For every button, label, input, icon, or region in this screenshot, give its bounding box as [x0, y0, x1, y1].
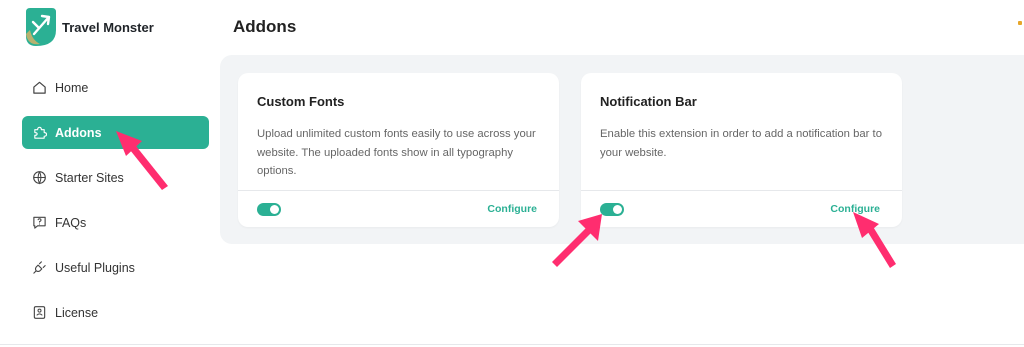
bottom-divider	[0, 344, 1024, 345]
home-icon	[31, 80, 47, 96]
configure-link[interactable]: Configure	[487, 203, 537, 215]
notification-dot	[1018, 21, 1022, 25]
addon-title: Custom Fonts	[257, 94, 345, 109]
sidebar: Travel Monster Home Addons Starter Sites	[0, 0, 220, 347]
sidebar-item-label: Addons	[55, 125, 102, 140]
id-card-icon	[31, 305, 47, 321]
brand-name: Travel Monster	[62, 19, 154, 35]
toggle-knob	[270, 205, 279, 214]
sidebar-item-home[interactable]: Home	[22, 71, 209, 104]
addon-description: Upload unlimited custom fonts easily to …	[257, 128, 536, 177]
configure-link[interactable]: Configure	[830, 203, 880, 215]
sidebar-item-label: Starter Sites	[55, 170, 124, 185]
card-divider	[238, 190, 559, 191]
card-divider	[581, 190, 902, 191]
travel-monster-logo	[22, 8, 56, 46]
addon-enable-toggle[interactable]	[600, 203, 624, 216]
sidebar-item-label: Useful Plugins	[55, 260, 135, 275]
addon-description: Enable this extension in order to add a …	[600, 128, 882, 159]
addon-card-custom-fonts: Custom Fonts Upload unlimited custom fon…	[238, 73, 559, 227]
sidebar-item-faqs[interactable]: FAQs	[22, 206, 209, 239]
sidebar-item-addons[interactable]: Addons	[22, 116, 209, 149]
toggle-knob	[613, 205, 622, 214]
addon-enable-toggle[interactable]	[257, 203, 281, 216]
sidebar-item-label: Home	[55, 80, 89, 95]
brand[interactable]: Travel Monster	[22, 8, 154, 46]
question-icon	[31, 215, 47, 231]
sidebar-item-useful-plugins[interactable]: Useful Plugins	[22, 251, 209, 284]
globe-icon	[31, 170, 47, 186]
sidebar-item-label: License	[55, 305, 99, 320]
plug-icon	[31, 260, 47, 276]
sidebar-item-label: FAQs	[55, 215, 87, 230]
page-title: Addons	[233, 17, 297, 36]
sidebar-nav: Home Addons Starter Sites FAQs Useful Pl…	[22, 71, 209, 341]
puzzle-icon	[31, 125, 47, 141]
sidebar-item-starter-sites[interactable]: Starter Sites	[22, 161, 209, 194]
addon-card-notification-bar: Notification Bar Enable this extension i…	[581, 73, 902, 227]
sidebar-item-license[interactable]: License	[22, 296, 209, 329]
addon-title: Notification Bar	[600, 94, 697, 109]
app-window: Travel Monster Home Addons Starter Sites	[0, 0, 1024, 347]
